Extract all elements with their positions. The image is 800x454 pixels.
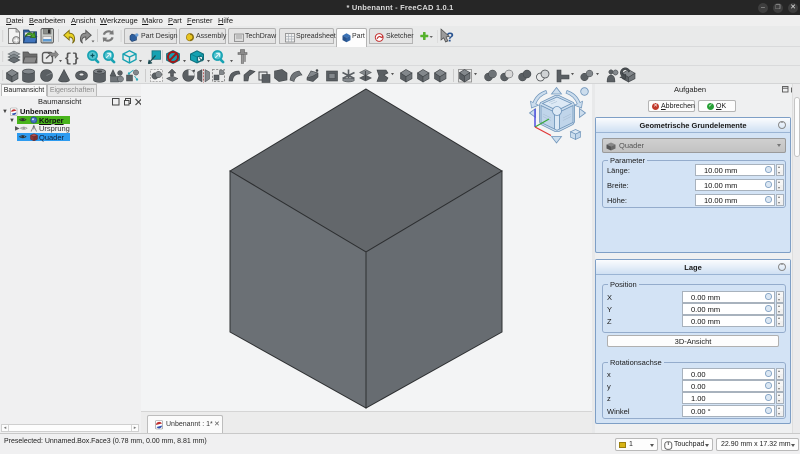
svg-text:{}: {} <box>64 51 80 66</box>
